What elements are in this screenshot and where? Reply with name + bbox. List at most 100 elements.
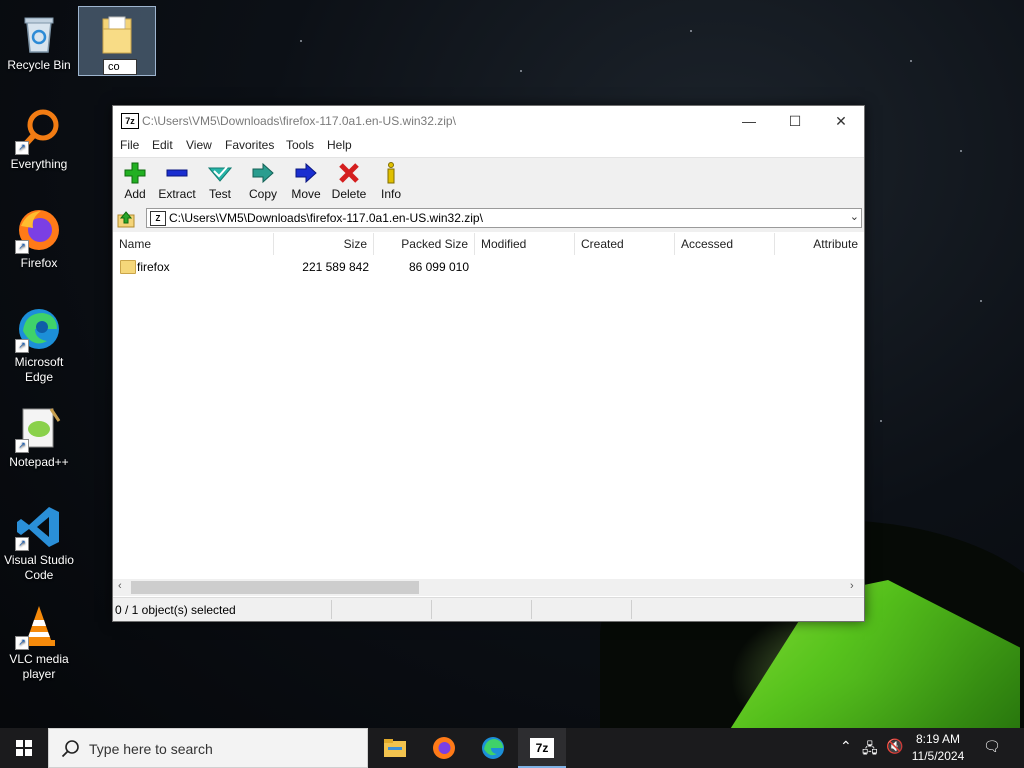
title-bar[interactable]: 7z C:\Users\VM5\Downloads\firefox-117.0a… [113,106,864,136]
windows-logo-icon [16,740,32,756]
delete-button[interactable]: Delete [327,160,371,201]
path-combobox[interactable]: Z C:\Users\VM5\Downloads\firefox-117.0a1… [146,208,862,228]
desktop-new-folder[interactable]: co [78,6,156,76]
row-packed-size: 86 099 010 [408,260,469,274]
close-button[interactable]: ✕ [818,106,864,136]
extract-minus-icon [165,162,189,184]
test-check-icon [207,162,233,184]
file-list[interactable]: Name Size Packed Size Modified Created A… [113,233,864,579]
firefox-icon: ↗ [15,206,63,254]
copy-button[interactable]: Copy [241,160,285,201]
desktop-icon-firefox[interactable]: ↗ Firefox [2,206,76,271]
taskbar-edge[interactable] [469,728,517,768]
taskbar: Type here to search 7z ⌃ 🖧 🔇 8:19 AM 11/… [0,728,1024,768]
desktop-icon-label: Recycle Bin [7,58,71,72]
info-label: Info [380,187,401,201]
edge-icon: ↗ [15,305,63,353]
row-size: 221 589 842 [302,260,369,274]
scroll-right-icon[interactable]: › [850,580,854,592]
add-label: Add [124,187,146,201]
shortcut-arrow-icon: ↗ [15,240,29,254]
scroll-left-icon[interactable]: ‹ [118,580,122,592]
column-packed-size[interactable]: Packed Size [374,233,475,255]
taskbar-7zip[interactable]: 7z [518,728,566,768]
row-name: firefox [137,260,170,274]
column-size[interactable]: Size [274,233,374,255]
shortcut-arrow-icon: ↗ [15,636,29,650]
clock-time: 8:19 AM [915,732,961,746]
taskbar-firefox[interactable] [420,728,468,768]
system-clock[interactable]: 8:19 AM 11/5/2024 [904,731,972,765]
desktop-icon-label: Everything [10,157,68,171]
column-attribute[interactable]: Attribute [775,233,864,255]
menu-edit[interactable]: Edit [152,138,173,152]
desktop-icon-recycle-bin[interactable]: Recycle Bin [2,8,76,73]
menu-help[interactable]: Help [327,138,352,152]
folder-rename-input[interactable]: co [103,59,137,75]
scrollbar-thumb[interactable] [131,581,419,594]
up-folder-icon [117,211,135,228]
move-label: Move [291,187,321,201]
taskbar-file-explorer[interactable] [371,728,419,768]
desktop-icon-label: Microsoft Edge [14,355,64,384]
7zip-app-icon: 7z [121,113,139,129]
status-bar: 0 / 1 object(s) selected [113,597,864,621]
edge-icon [481,736,505,760]
desktop-icon-vlc[interactable]: ↗ VLC media player [2,602,76,682]
toolbar: Add Extract Test Copy Move Delete Info [113,157,864,206]
search-placeholder: Type here to search [89,741,213,757]
network-icon[interactable]: 🖧 [862,738,878,762]
extract-button[interactable]: Extract [155,160,199,201]
notification-icon[interactable]: 🗨 [983,738,1001,755]
table-row[interactable]: firefox 221 589 842 86 099 010 [113,257,864,277]
shortcut-arrow-icon: ↗ [15,537,29,551]
desktop-icon-label: Firefox [20,256,58,270]
folder-icon [120,260,136,274]
chevron-down-icon[interactable]: ⌄ [850,210,859,223]
menu-view[interactable]: View [186,138,212,152]
selection-status: 0 / 1 object(s) selected [115,603,236,617]
address-bar: Z C:\Users\VM5\Downloads\firefox-117.0a1… [113,206,864,232]
vlc-cone-icon: ↗ [15,602,63,650]
delete-x-icon [337,162,361,184]
volume-muted-icon[interactable]: 🔇 [886,738,903,755]
desktop-icon-edge[interactable]: ↗ Microsoft Edge [2,305,76,385]
menu-file[interactable]: File [120,138,139,152]
column-modified[interactable]: Modified [475,233,575,255]
firefox-icon [432,736,456,760]
taskbar-search-box[interactable]: Type here to search [48,728,368,768]
7zip-file-manager-window: 7z C:\Users\VM5\Downloads\firefox-117.0a… [112,105,865,622]
add-button[interactable]: Add [113,160,157,201]
folder-icon [101,15,133,55]
chevron-up-icon[interactable]: ⌃ [840,738,852,755]
column-name[interactable]: Name [113,233,274,255]
desktop-icon-everything[interactable]: ↗ Everything [2,107,76,172]
recycle-bin-icon [15,8,63,56]
test-label: Test [208,187,231,201]
info-button[interactable]: Info [369,160,413,201]
column-created[interactable]: Created [575,233,675,255]
info-i-icon [379,162,403,184]
menu-favorites[interactable]: Favorites [225,138,274,152]
start-button[interactable] [0,728,48,768]
clock-date: 11/5/2024 [911,749,965,763]
copy-arrow-icon [251,162,275,184]
up-folder-button[interactable] [117,210,135,228]
maximize-button[interactable]: ☐ [772,106,818,136]
vscode-icon: ↗ [15,503,63,551]
desktop-icon-label: Visual Studio Code [4,553,74,582]
minimize-button[interactable]: — [726,106,772,136]
desktop-icon-vscode[interactable]: ↗ Visual Studio Code [2,503,76,583]
desktop-icon-notepadpp[interactable]: ↗ Notepad++ [2,405,76,470]
shortcut-arrow-icon: ↗ [15,439,29,453]
column-accessed[interactable]: Accessed [675,233,775,255]
move-button[interactable]: Move [284,160,328,201]
menu-tools[interactable]: Tools [286,138,314,152]
notepad-plus-plus-icon: ↗ [15,405,63,453]
archive-icon: Z [150,211,166,226]
horizontal-scrollbar[interactable]: ‹ › [113,579,864,596]
search-icon [61,739,81,759]
test-button[interactable]: Test [198,160,242,201]
path-text: C:\Users\VM5\Downloads\firefox-117.0a1.e… [169,211,483,225]
window-title: C:\Users\VM5\Downloads\firefox-117.0a1.e… [142,114,456,128]
